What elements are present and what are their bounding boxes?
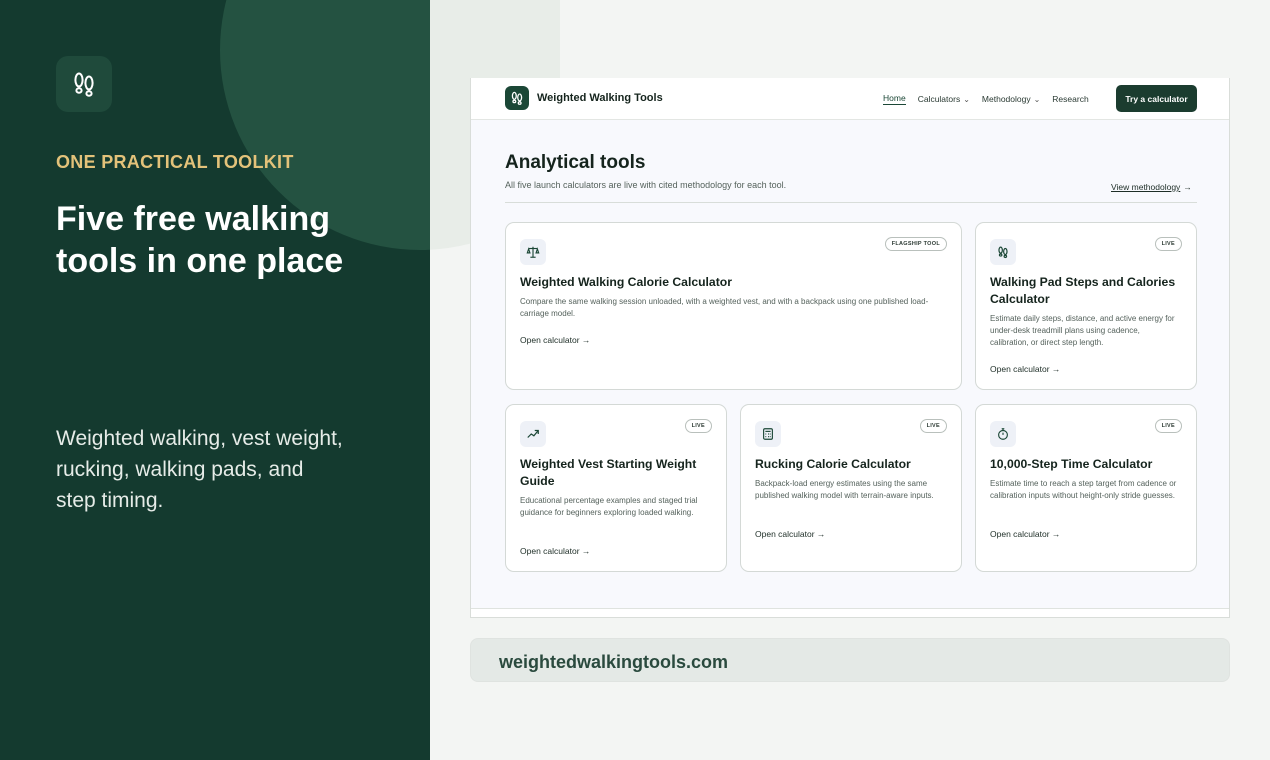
arrow-right-icon: → xyxy=(581,546,591,556)
live-badge: LIVE xyxy=(684,419,712,433)
promo-kicker: ONE PRACTICAL TOOLKIT xyxy=(56,152,294,172)
card-title: Rucking Calorie Calculator xyxy=(755,457,911,471)
scale-icon xyxy=(520,239,546,265)
arrow-right-icon: → xyxy=(1051,364,1061,374)
footprints-icon xyxy=(505,86,529,110)
promo-subtext: Weighted walking, vest weight, rucking, … xyxy=(56,427,343,512)
tool-card-vest-weight[interactable]: LIVE Weighted Vest Starting Weight Guide… xyxy=(505,404,727,572)
live-badge: LIVE xyxy=(1154,237,1182,251)
card-description: Compare the same walking session unloade… xyxy=(520,297,929,318)
nav-menu: Home Calculators ⌄ Methodology ⌄ Research xyxy=(883,78,1101,120)
flagship-badge: FLAGSHIP TOOL xyxy=(884,237,947,251)
tool-card-walking-pad[interactable]: LIVE Walking Pad Steps and Calories Calc… xyxy=(975,222,1197,390)
card-description: Estimate daily steps, distance, and acti… xyxy=(990,314,1175,347)
card-title: Weighted Walking Calorie Calculator xyxy=(520,275,732,289)
view-methodology-link[interactable]: View methodology → xyxy=(1111,182,1192,192)
view-methodology-label: View methodology xyxy=(1111,182,1181,192)
footprints-logo xyxy=(56,56,112,112)
open-calculator-link[interactable]: Open calculator → xyxy=(990,364,1060,374)
arrow-right-icon: → xyxy=(581,335,591,345)
arrow-right-icon: → xyxy=(816,529,826,539)
calculator-icon xyxy=(755,421,781,447)
open-calculator-link[interactable]: Open calculator → xyxy=(520,335,590,345)
nav-calculators-label: Calculators xyxy=(917,94,961,104)
nav-methodology[interactable]: Methodology ⌄ xyxy=(982,94,1040,104)
tool-card-rucking[interactable]: LIVE Rucking Calorie Calculator Backpack… xyxy=(740,404,962,572)
open-calculator-label: Open calculator xyxy=(990,529,1050,539)
open-calculator-label: Open calculator xyxy=(520,546,580,556)
open-calculator-link[interactable]: Open calculator → xyxy=(990,529,1060,539)
site-url: weightedwalkingtools.com xyxy=(499,652,729,672)
card-description: Educational percentage examples and stag… xyxy=(520,496,698,517)
open-calculator-link[interactable]: Open calculator → xyxy=(520,546,590,556)
site-navbar: Weighted Walking Tools Home Calculators ⌄… xyxy=(471,78,1229,120)
section-subtitle: All five launch calculators are live wit… xyxy=(505,180,787,190)
card-title: Weighted Vest Starting Weight Guide xyxy=(520,457,697,488)
nav-home[interactable]: Home xyxy=(883,93,906,105)
trending-up-icon xyxy=(520,421,546,447)
chevron-down-icon: ⌄ xyxy=(1033,94,1041,104)
footprints-icon xyxy=(990,239,1016,265)
try-calculator-button[interactable]: Try a calculator xyxy=(1116,85,1197,112)
open-calculator-link[interactable]: Open calculator → xyxy=(755,529,825,539)
card-title: Walking Pad Steps and Calories Calculato… xyxy=(990,275,1176,306)
footprints-icon xyxy=(74,72,94,97)
tool-card-weighted-walking[interactable]: FLAGSHIP TOOL Weighted Walking Calorie C… xyxy=(505,222,962,390)
nav-calculators[interactable]: Calculators ⌄ xyxy=(918,94,970,104)
section-title: Analytical tools xyxy=(505,152,646,173)
live-badge: LIVE xyxy=(1154,419,1182,433)
card-description: Estimate time to reach a step target fro… xyxy=(990,479,1177,500)
stopwatch-icon xyxy=(990,421,1016,447)
live-badge: LIVE xyxy=(919,419,947,433)
nav-methodology-label: Methodology xyxy=(981,94,1031,104)
arrow-right-icon: → xyxy=(1051,529,1061,539)
promo-panel: ONE PRACTICAL TOOLKIT Five free walking … xyxy=(0,0,430,760)
promo-headline: Five free walking tools in one place xyxy=(56,200,344,280)
section-divider xyxy=(505,202,1197,203)
open-calculator-label: Open calculator xyxy=(520,335,580,345)
site-url-bar: weightedwalkingtools.com xyxy=(470,638,1230,682)
card-title: 10,000-Step Time Calculator xyxy=(990,457,1153,471)
brand[interactable]: Weighted Walking Tools xyxy=(505,86,663,110)
brand-name: Weighted Walking Tools xyxy=(537,92,663,104)
arrow-right-icon: → xyxy=(1183,182,1192,192)
open-calculator-label: Open calculator xyxy=(990,364,1050,374)
chevron-down-icon: ⌄ xyxy=(963,94,970,104)
card-description: Backpack-load energy estimates using the… xyxy=(755,479,934,500)
tool-card-step-time[interactable]: LIVE 10,000-Step Time Calculator Estimat… xyxy=(975,404,1197,572)
open-calculator-label: Open calculator xyxy=(755,529,815,539)
nav-research[interactable]: Research xyxy=(1052,94,1088,104)
website-screenshot: Weighted Walking Tools Home Calculators ⌄… xyxy=(470,78,1230,618)
